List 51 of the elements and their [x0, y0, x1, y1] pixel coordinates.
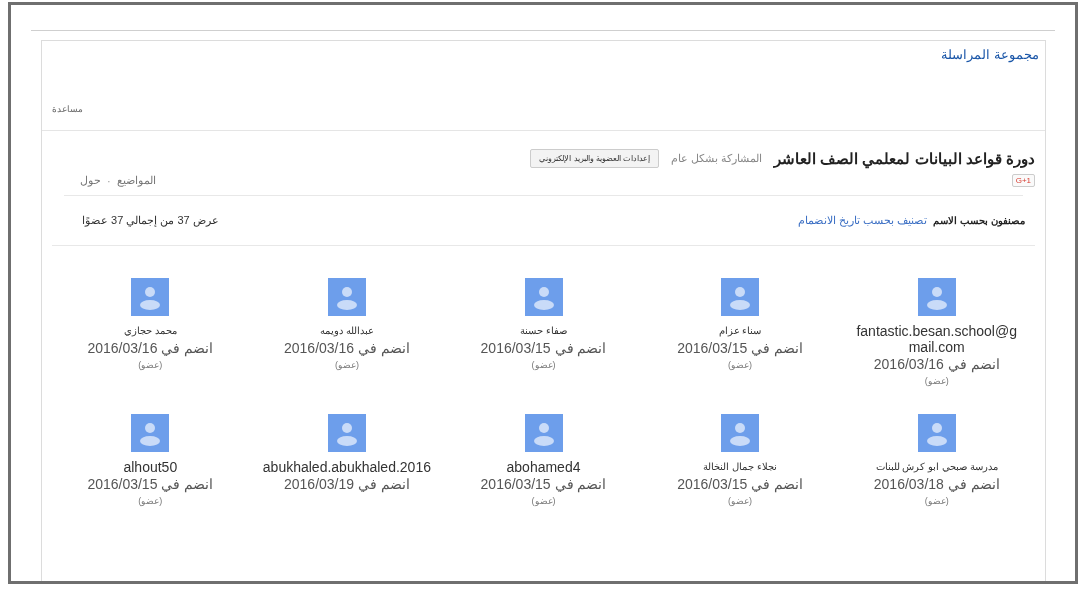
join-date: انضم في 2016/03/18 — [873, 475, 1000, 493]
member-role: (عضو) — [531, 360, 556, 370]
member-role: (عضو) — [138, 360, 163, 370]
member-name[interactable]: fantastic.besan.school@gmail.com — [851, 323, 1022, 355]
sort-by-date-link[interactable]: تصنيف بحسب تاريخ الانضمام — [798, 214, 928, 227]
avatar-icon[interactable] — [327, 278, 366, 316]
join-date: انضم في 2016/03/16 — [284, 339, 410, 357]
group-name: دورة قواعد البيانات لمعلمي الصف العاشر — [774, 149, 1035, 168]
member-role: (عضو) — [531, 496, 556, 506]
avatar-icon[interactable] — [524, 414, 563, 452]
avatar-icon[interactable] — [721, 278, 760, 316]
avatar-icon[interactable] — [524, 278, 563, 316]
join-date: انضم في 2016/03/19 — [284, 475, 410, 493]
member-role: (عضو) — [728, 360, 753, 370]
plus-one-button[interactable]: G+1 — [1011, 174, 1035, 187]
member-role: (عضو) — [138, 496, 163, 506]
avatar-icon[interactable] — [917, 278, 956, 316]
member-role: (عضو) — [728, 496, 753, 506]
member-name[interactable]: abohamed4 — [458, 459, 629, 475]
member-role: (عضو) — [924, 496, 949, 506]
member-name[interactable]: نجلاء جمال النخالة — [655, 459, 826, 475]
join-date: انضم في 2016/03/15 — [480, 475, 607, 493]
avatar-icon[interactable] — [327, 414, 366, 452]
group-list-title[interactable]: مجموعة المراسلة — [941, 47, 1039, 62]
avatar-icon[interactable] — [131, 414, 170, 452]
join-date: انضم في 2016/03/15 — [87, 475, 214, 493]
separator-dot: · — [107, 174, 111, 187]
member-name[interactable]: محمد حجازي — [65, 323, 236, 339]
join-date: انضم في 2016/03/15 — [677, 339, 804, 357]
member-name[interactable]: صفاء حسنة — [458, 323, 629, 339]
visibility-label: المشاركة بشكل عام — [671, 152, 763, 165]
member-name[interactable]: عبدالله دويمه — [261, 323, 432, 339]
help-link[interactable]: مساعدة — [52, 104, 83, 114]
avatar-icon[interactable] — [721, 414, 760, 452]
nav-link[interactable]: المواضيع — [116, 174, 156, 187]
member-name[interactable]: alhout50 — [65, 459, 236, 475]
join-date: انضم في 2016/03/15 — [480, 339, 607, 357]
current-sort-label: مصنفون بحسب الاسم — [933, 215, 1025, 226]
member-name[interactable]: abukhaled.abukhaled.2016 — [261, 459, 432, 475]
nav-link[interactable]: حول — [80, 174, 101, 187]
join-date: انضم في 2016/03/15 — [677, 475, 804, 493]
member-name[interactable]: مدرسة صبحي ابو كرش للبنات — [851, 459, 1022, 475]
membership-settings-button[interactable]: إعدادات العضوية والبريد الإلكتروني — [530, 149, 660, 168]
member-role: (عضو) — [334, 360, 359, 370]
join-date: انضم في 2016/03/16 — [87, 339, 214, 357]
member-name[interactable]: سناء عزام — [655, 323, 826, 339]
avatar-icon[interactable] — [917, 414, 956, 452]
join-date: انضم في 2016/03/16 — [873, 355, 1000, 373]
avatar-icon[interactable] — [131, 278, 170, 316]
member-role: (عضو) — [924, 376, 949, 386]
member-count: عرض 37 من إجمالي 37 عضوًا — [82, 214, 219, 227]
